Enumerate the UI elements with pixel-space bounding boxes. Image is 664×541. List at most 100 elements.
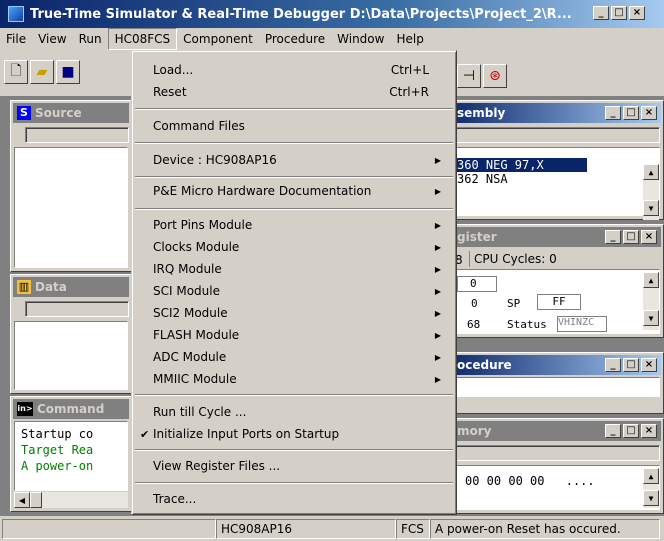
menu-run[interactable]: Run [73,29,108,49]
menu-item-mmiic[interactable]: MMIIC Module ▶ [135,368,453,390]
scroll-up-icon[interactable]: ▲ [643,164,659,180]
menu-item-clocks[interactable]: Clocks Module ▶ [135,236,453,258]
scroll-down-icon[interactable]: ▼ [643,490,659,506]
register-value-a[interactable]: 0 [457,276,497,292]
hc08fcs-menu: Load... Ctrl+L Reset Ctrl+R Command Files … [131,50,457,515]
menu-item-trace[interactable]: Trace... [135,488,453,510]
command-hscroll[interactable]: ◀ [14,492,128,508]
memory-row-ascii[interactable]: .... [566,474,595,488]
memory-address-field [444,445,660,461]
cpu-cycles: CPU Cycles: 0 [469,251,561,267]
procedure-maximize[interactable]: □ [623,358,639,372]
save-button[interactable]: ■ [56,60,80,84]
new-file-button[interactable]: 🗋 [4,60,28,84]
menu-window[interactable]: Window [331,29,390,49]
assembly-content[interactable]: 360 NEG 97,X 362 NSA ▲ ▼ [444,147,660,220]
register-sp-label: SP [507,297,521,310]
submenu-arrow-icon: ▶ [434,186,441,196]
register-content[interactable]: 0 0 SP FF 68 Status VHINZC ▲ ▼ [444,269,660,334]
scroll-down-icon[interactable]: ▼ [643,200,659,216]
menu-item-device[interactable]: Device : HC908AP16 ▶ [135,149,453,171]
register-sp-value[interactable]: FF [537,294,581,310]
register-close[interactable]: × [641,230,657,244]
assembly-line-2[interactable]: 362 NSA [445,172,659,186]
menu-hc08fcs[interactable]: HC08FCS [107,28,178,50]
assembly-close[interactable]: × [641,106,657,120]
menu-item-initialize-input-ports[interactable]: ✔ Initialize Input Ports on Startup [135,423,453,445]
checkmark-icon: ✔ [140,427,150,441]
scroll-up-icon[interactable]: ▲ [643,272,659,288]
step-out-button[interactable]: ⊣ [457,64,481,88]
menu-file[interactable]: File [0,29,32,49]
new-file-icon: 🗋 [10,63,22,79]
menu-item-pe-documentation[interactable]: P&E Micro Hardware Documentation ▶ [135,180,453,202]
menu-separator [135,482,453,484]
memory-title[interactable]: mory _ □ × [443,421,661,441]
command-title[interactable]: in> Command [13,399,129,419]
procedure-minimize[interactable]: _ [605,358,621,372]
memory-minimize[interactable]: _ [605,424,621,438]
memory-vscroll[interactable]: ▲ ▼ [643,468,659,508]
register-value-b[interactable]: 0 [471,297,478,310]
scroll-thumb[interactable] [30,492,42,508]
register-title[interactable]: gister _ □ × [443,227,661,247]
command-line-2: Target Rea [21,443,94,457]
menu-item-load[interactable]: Load... Ctrl+L [135,59,453,81]
menu-item-sci2[interactable]: SCI2 Module ▶ [135,302,453,324]
scroll-left-icon[interactable]: ◀ [14,492,30,508]
scroll-down-icon[interactable]: ▼ [643,310,659,326]
assembly-maximize[interactable]: □ [623,106,639,120]
procedure-close[interactable]: × [641,358,657,372]
menu-view[interactable]: View [32,29,72,49]
memory-close[interactable]: × [641,424,657,438]
menu-item-irq[interactable]: IRQ Module ▶ [135,258,453,280]
status-empty-pane [2,518,216,539]
menu-item-port-pins[interactable]: Port Pins Module ▶ [135,214,453,236]
menu-item-reset[interactable]: Reset Ctrl+R [135,81,453,103]
register-value-c[interactable]: 68 [467,318,480,331]
command-icon: in> [17,402,33,416]
source-window: S Source [10,100,132,272]
data-title[interactable]: ▥ Data [13,277,129,297]
source-icon: S [17,106,31,120]
menu-item-adc[interactable]: ADC Module ▶ [135,346,453,368]
menu-procedure[interactable]: Procedure [259,29,331,49]
memory-row-bytes[interactable]: 00 00 00 00 [465,474,544,488]
menu-component[interactable]: Component [177,29,259,49]
source-content[interactable] [14,147,128,268]
open-file-button[interactable]: ▰ [30,60,54,84]
window-title: True-Time Simulator & Real-Time Debugger… [30,6,572,22]
menu-item-run-till-cycle[interactable]: Run till Cycle ... [135,401,453,423]
menu-help[interactable]: Help [390,29,429,49]
menu-item-command-files[interactable]: Command Files [135,115,453,137]
assembly-vscroll[interactable]: ▲ ▼ [643,164,659,220]
register-maximize[interactable]: □ [623,230,639,244]
menu-item-sci[interactable]: SCI Module ▶ [135,280,453,302]
folder-open-icon: ▰ [36,64,48,80]
close-button[interactable]: × [629,6,645,20]
procedure-title[interactable]: ocedure _ □ × [443,355,661,375]
register-vscroll[interactable]: ▲ ▼ [643,272,659,330]
caption-buttons: _ □ × [593,6,645,20]
assembly-line-selected[interactable]: 360 NEG 97,X [445,158,587,172]
minimize-button[interactable]: _ [593,6,609,20]
command-output[interactable]: Startup co Target Rea A power-on [14,421,128,491]
assembly-minimize[interactable]: _ [605,106,621,120]
procedure-content[interactable] [444,377,660,397]
menu-item-view-register-files[interactable]: View Register Files ... [135,455,453,477]
command-window: in> Command Startup co Target Rea A power… [10,396,132,512]
register-minimize[interactable]: _ [605,230,621,244]
memory-maximize[interactable]: □ [623,424,639,438]
memory-content[interactable]: 00 00 00 00 .... ▲ ▼ [444,465,660,510]
submenu-arrow-icon: ▶ [434,286,441,296]
scroll-up-icon[interactable]: ▲ [643,468,659,484]
assembly-title[interactable]: sembly _ □ × [443,103,661,123]
reset-target-button[interactable]: ⊛ [483,64,507,88]
floppy-icon: ■ [61,64,75,80]
status-message: A power-on Reset has occured. [430,518,660,539]
data-content[interactable] [14,321,128,390]
menu-item-flash[interactable]: FLASH Module ▶ [135,324,453,346]
maximize-button[interactable]: □ [611,6,627,20]
source-title[interactable]: S Source [13,103,129,123]
register-status-value[interactable]: VHINZC [557,316,607,332]
